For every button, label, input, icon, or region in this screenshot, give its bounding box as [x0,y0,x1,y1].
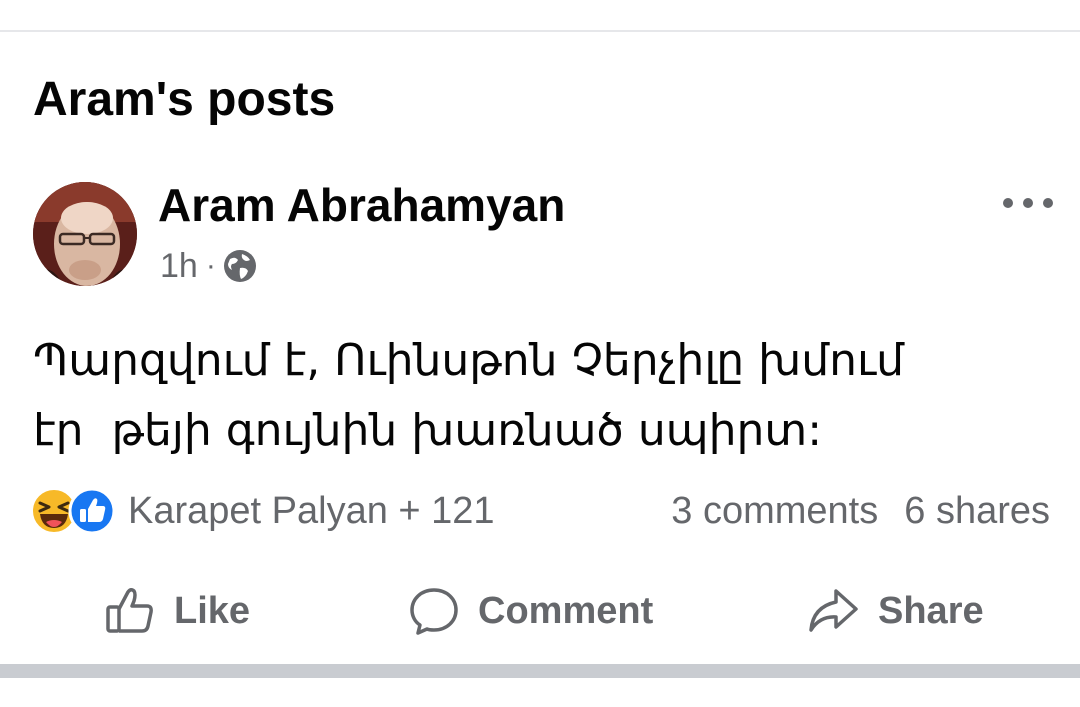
post-actions: Like Comment Share [0,576,1080,646]
share-label: Share [878,589,984,632]
author-name[interactable]: Aram Abrahamyan [158,178,565,232]
comment-button[interactable]: Comment [408,576,653,646]
section-title: Aram's posts [33,73,336,126]
section-divider [0,664,1080,678]
posts-page: Aram's posts Aram Abrahamyan 1h · Պարզվո… [0,0,1080,707]
reaction-icons[interactable] [30,486,122,536]
comments-count[interactable]: 3 comments [671,490,878,533]
post-meta: 1h · [160,246,258,286]
post-time[interactable]: 1h [160,246,198,286]
avatar[interactable] [33,182,137,286]
share-button[interactable]: Share [806,576,984,646]
more-horizontal-icon [1003,198,1053,208]
share-arrow-icon [809,589,858,632]
top-divider [0,30,1080,32]
engagement-counts: 3 comments 6 shares [671,490,1050,533]
like-label: Like [174,589,251,632]
comment-bubble-icon [410,588,458,635]
post-text-line: Պարզվում է, Ուինսթոն Չերչիլը խմում [33,335,905,386]
shares-count[interactable]: 6 shares [904,490,1050,533]
more-options-button[interactable] [996,186,1060,220]
avatar-photo [33,182,137,286]
comment-label: Comment [478,589,654,632]
like-button[interactable]: Like [104,576,250,646]
reactions-summary: Karapet Palyan + 121 3 comments 6 shares [30,486,1050,536]
globe-icon [222,248,258,284]
like-reaction-icon [68,487,116,535]
post-text-line: էր թեյի գույնին խառնած սպիրտ: [33,405,823,456]
post-text: Պարզվում է, Ուինսթոն Չերչիլը խմում էր թե… [33,326,1043,466]
reactors-summary[interactable]: Karapet Palyan + 121 [128,490,495,533]
meta-separator: · [205,249,216,282]
thumbs-up-icon [106,587,153,633]
